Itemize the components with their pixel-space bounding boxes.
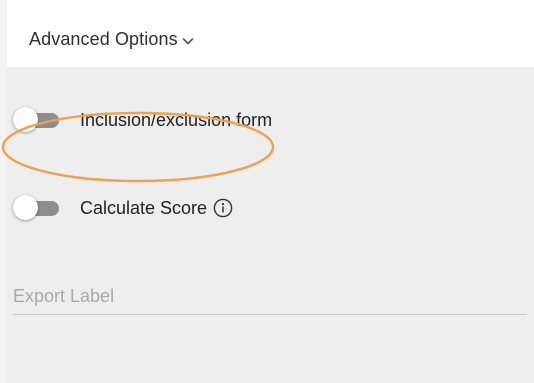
export-label-input[interactable] <box>13 279 527 314</box>
option-row-calculate-score: Calculate Score <box>13 194 233 222</box>
export-label-underline <box>13 314 527 315</box>
inclusion-exclusion-label: Inclusion/exclusion form <box>80 109 273 130</box>
chevron-down-icon <box>182 38 194 45</box>
info-icon[interactable] <box>213 198 233 218</box>
export-label-field <box>13 279 527 315</box>
advanced-options-title: Advanced Options <box>29 28 178 49</box>
calculate-score-label: Calculate Score <box>80 197 208 218</box>
left-edge-strip <box>0 0 7 383</box>
advanced-options-header: Advanced Options <box>7 0 534 67</box>
toggle-thumb <box>13 107 38 132</box>
calculate-score-toggle[interactable] <box>13 194 60 222</box>
toggle-thumb <box>13 195 38 220</box>
option-row-inclusion-exclusion: Inclusion/exclusion form <box>13 106 272 134</box>
advanced-options-screen: Advanced Options Inclusion/exclusion for… <box>0 0 534 383</box>
inclusion-exclusion-toggle[interactable] <box>13 106 60 134</box>
advanced-options-toggle[interactable]: Advanced Options <box>29 27 194 51</box>
